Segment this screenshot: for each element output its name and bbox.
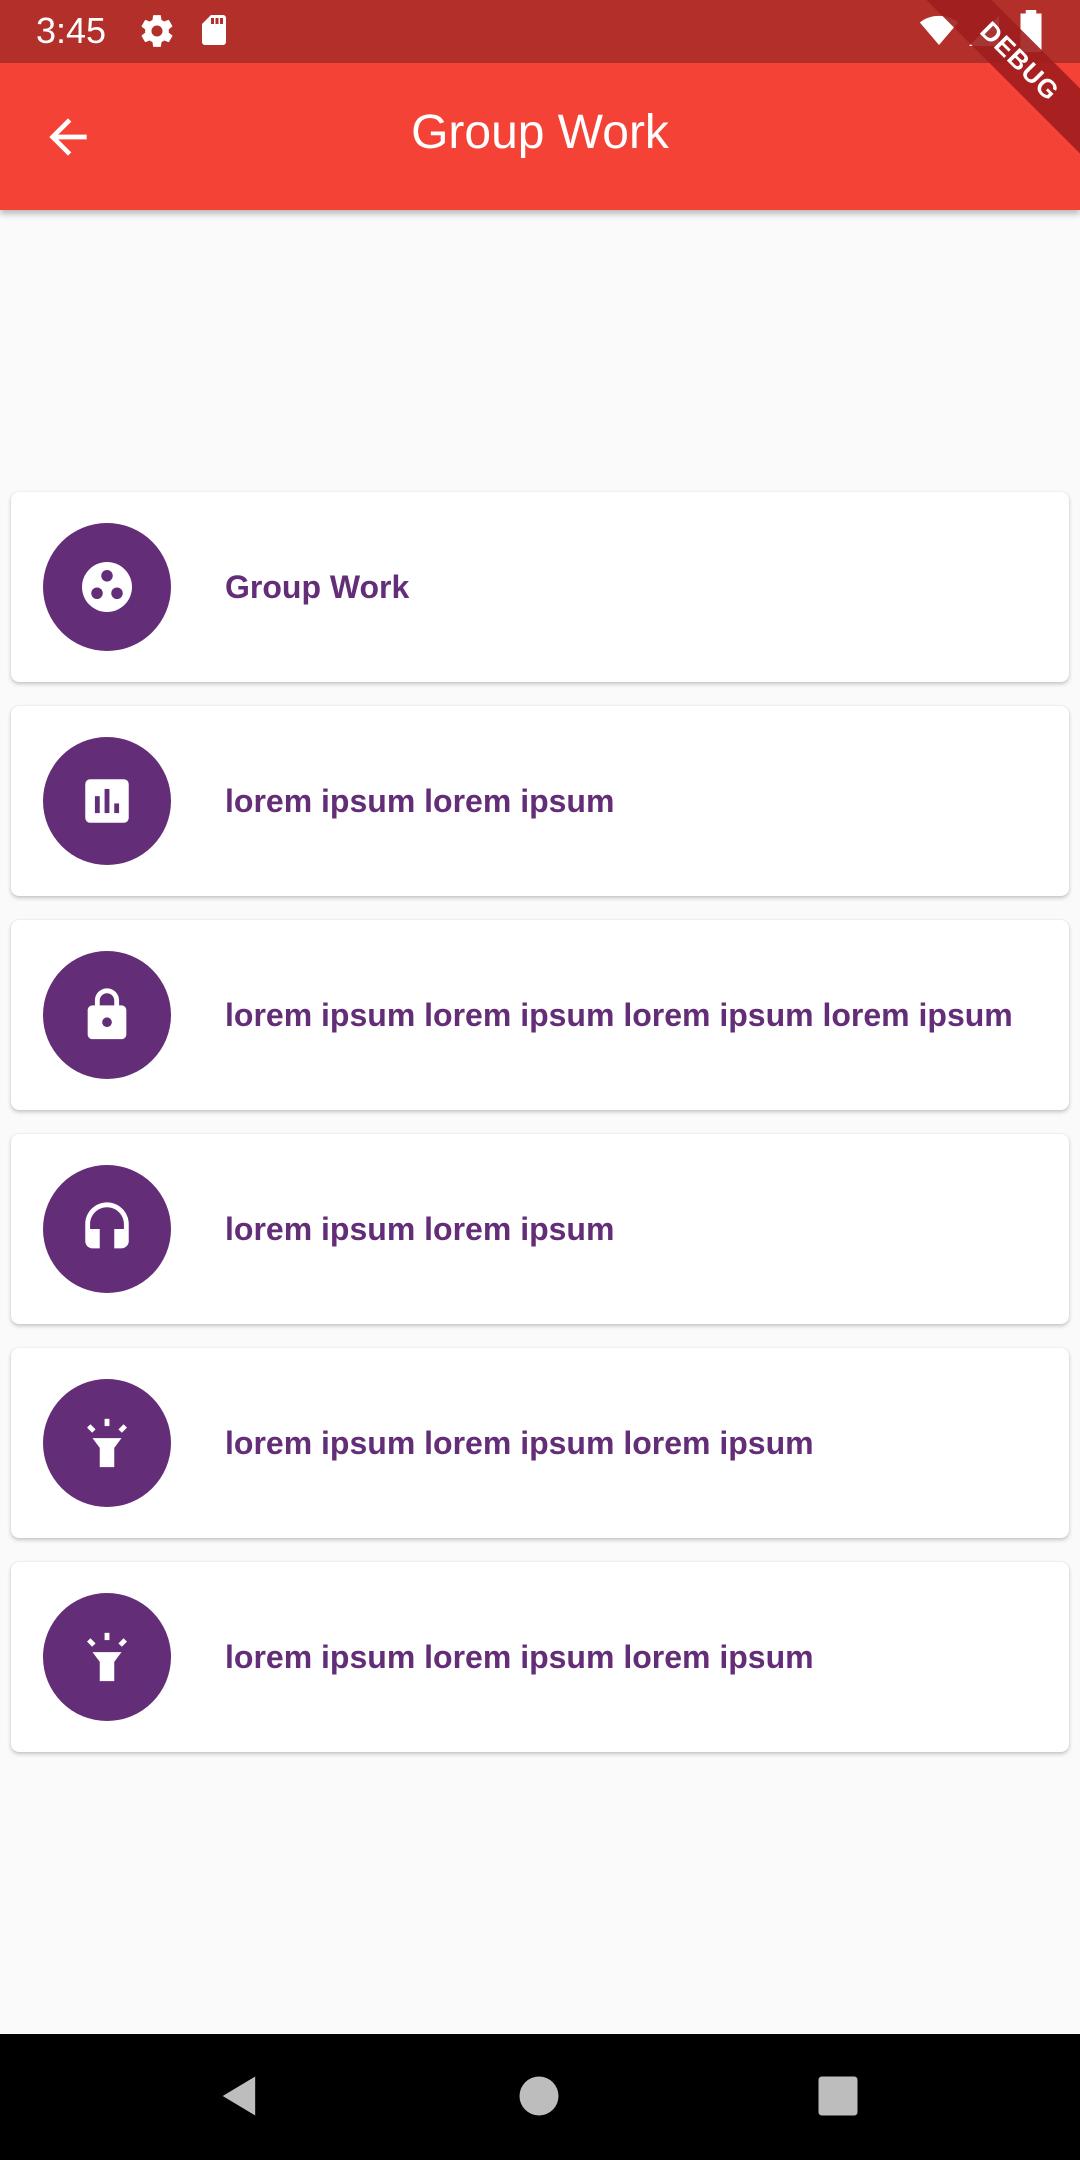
list-item[interactable]: lorem ipsum lorem ipsum lorem ipsum lore… [11,920,1069,1110]
page-title: Group Work [411,106,669,159]
item-avatar [43,523,171,651]
flashlight-icon [87,1632,127,1682]
recents-square-icon[interactable] [812,2070,864,2122]
app-bar: Group Work [0,63,1080,210]
bar-chart-icon [85,779,129,823]
item-avatar [43,1593,171,1721]
item-avatar [43,951,171,1079]
lock-icon [87,988,127,1040]
list-item[interactable]: lorem ipsum lorem ipsum lorem ipsum [11,1348,1069,1538]
item-label: lorem ipsum lorem ipsum [225,1210,615,1247]
list-item[interactable]: lorem ipsum lorem ipsum lorem ipsum [11,1562,1069,1752]
back-triangle-icon[interactable] [214,2070,266,2122]
status-bar: 3:45 [0,0,1080,63]
system-nav-bar [0,2034,1080,2160]
home-circle-icon[interactable] [513,2070,565,2122]
sd-card-icon [202,15,226,45]
headset-icon [85,1202,129,1249]
item-label: lorem ipsum lorem ipsum lorem ipsum [225,1424,814,1461]
item-label: lorem ipsum lorem ipsum lorem ipsum lore… [225,996,1013,1033]
group-work-icon [82,562,132,612]
item-label: Group Work [225,568,410,605]
settings-icon [141,15,173,47]
list-item[interactable]: Group Work [11,492,1069,682]
item-avatar [43,1379,171,1507]
item-list: Group Work lorem ipsum lorem ipsum lorem… [11,492,1069,1776]
item-label: lorem ipsum lorem ipsum [225,782,615,819]
item-label: lorem ipsum lorem ipsum lorem ipsum [225,1638,814,1675]
item-avatar [43,1165,171,1293]
status-time: 3:45 [36,10,107,51]
flashlight-icon [87,1418,127,1468]
item-avatar [43,737,171,865]
list-item[interactable]: lorem ipsum lorem ipsum [11,706,1069,896]
list-item[interactable]: lorem ipsum lorem ipsum [11,1134,1069,1324]
